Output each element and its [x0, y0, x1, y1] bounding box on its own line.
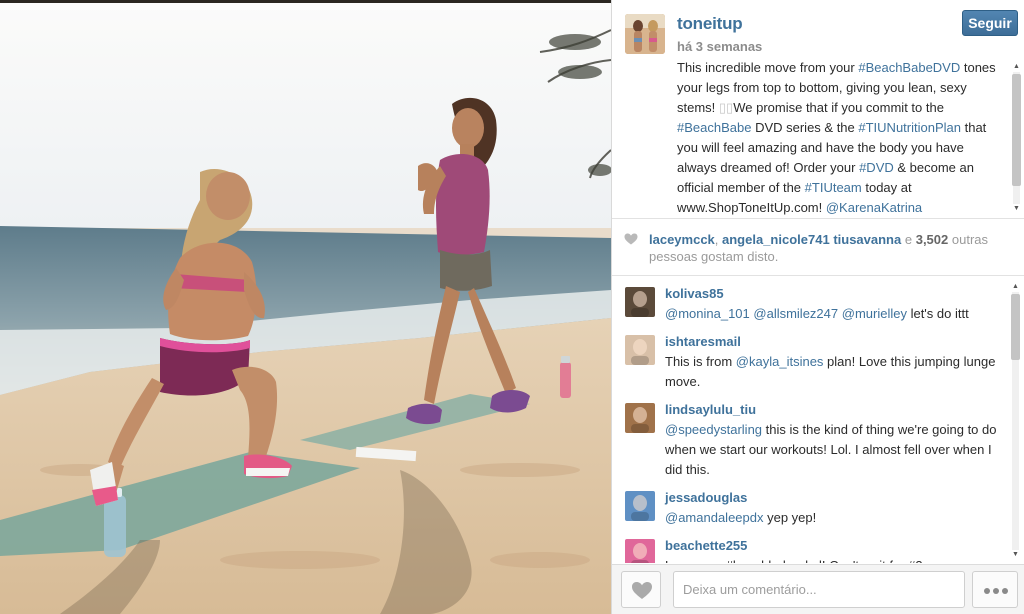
likes-summary: laceymcck, angela_nicole741 tiusavanna e… [649, 231, 1009, 265]
comment-segment: let's do ittt [906, 306, 969, 321]
comments-scrollbar[interactable]: ▲ ▼ [1009, 282, 1022, 560]
heart-icon [624, 233, 638, 245]
commenter-username[interactable]: lindsaylulu_tiu [665, 402, 756, 417]
scroll-up-arrow[interactable]: ▲ [1010, 62, 1023, 72]
more-options-button[interactable] [972, 571, 1018, 608]
comment-text: This is from @kayla_itsines plan! Love t… [665, 352, 1003, 392]
hashtag-link[interactable]: #BeachBabe [677, 120, 751, 135]
liker-2[interactable]: angela_nicole741 [722, 232, 830, 247]
post-timestamp[interactable]: há 3 semanas [677, 39, 762, 54]
post-sidebar: toneitup há 3 semanas Seguir This incred… [611, 0, 1024, 614]
commenter-username[interactable]: ishtaresmail [665, 334, 741, 349]
caption-segment: DVD series & the [751, 120, 859, 135]
commenter-avatar[interactable] [625, 491, 655, 521]
beach-scene-image [0, 3, 611, 614]
commenter-username[interactable]: jessadouglas [665, 490, 747, 505]
mention-link[interactable]: @murielley [842, 306, 907, 321]
comment-segment: This is from [665, 354, 736, 369]
top-edge [0, 0, 611, 3]
hashtag-link[interactable]: #TIUNutritionPlan [858, 120, 961, 135]
caption-scrollbar[interactable]: ▲ ▼ [1010, 62, 1023, 214]
comment-segment: Love your #beachbabe dvd! Can't wait for… [665, 558, 923, 563]
liker-3[interactable]: tiusavanna [833, 232, 901, 247]
commenter-avatar[interactable] [625, 403, 655, 433]
ellipsis-dot [1002, 588, 1008, 594]
follow-button[interactable]: Seguir [962, 10, 1018, 36]
ellipsis-dot [993, 588, 999, 594]
comment-item: kolivas85 @monina_101 @allsmilez247 @muri… [612, 277, 1007, 325]
commenter-avatar[interactable] [625, 287, 655, 317]
commenter-username[interactable]: beachette255 [665, 538, 747, 553]
caption-segment: We promise that if you commit to the [733, 100, 944, 115]
liker-1[interactable]: laceymcck [649, 232, 715, 247]
hashtag-link[interactable]: @KarenaKatrina [826, 200, 922, 215]
comment-item: beachette255 Love your #beachbabe dvd! Ca… [612, 529, 1007, 563]
likes-count[interactable]: 3,502 [916, 232, 949, 247]
author-avatar[interactable] [625, 14, 665, 54]
comment-text: @speedystarling this is the kind of thin… [665, 420, 1003, 480]
comment-text: @amandaleepdx yep yep! [665, 508, 1003, 528]
mention-link[interactable]: @allsmilez247 [753, 306, 838, 321]
comments-list: kolivas85 @monina_101 @allsmilez247 @muri… [612, 277, 1024, 563]
hashtag-link[interactable]: #TIUteam [805, 180, 862, 195]
caption-text: This incredible move from your #BeachBab… [677, 58, 1005, 217]
scroll-thumb[interactable] [1012, 74, 1021, 186]
commenter-avatar[interactable] [625, 335, 655, 365]
caption-section: toneitup há 3 semanas Seguir This incred… [612, 0, 1024, 217]
like-button[interactable] [621, 571, 661, 608]
heart-icon [632, 582, 652, 599]
mention-link[interactable]: @speedystarling [665, 422, 762, 437]
post-video[interactable] [0, 0, 611, 614]
comment-input[interactable] [673, 571, 965, 608]
scroll-up-arrow[interactable]: ▲ [1009, 282, 1022, 292]
likes-section: laceymcck, angela_nicole741 tiusavanna e… [612, 218, 1024, 276]
mention-link[interactable]: @kayla_itsines [736, 354, 824, 369]
ellipsis-icon [984, 588, 990, 594]
scroll-thumb[interactable] [1011, 294, 1020, 360]
mention-link[interactable]: @monina_101 [665, 306, 750, 321]
likes-connector: e [904, 232, 913, 247]
comment-item: ishtaresmail This is from @kayla_itsines … [612, 325, 1007, 393]
comment-composer [612, 564, 1024, 614]
scroll-down-arrow[interactable]: ▼ [1010, 204, 1023, 214]
likes-comma: , [714, 232, 723, 247]
commenter-avatar[interactable] [625, 539, 655, 563]
caption-segment: This incredible move from your [677, 60, 859, 75]
scroll-down-arrow[interactable]: ▼ [1009, 550, 1022, 560]
comment-item: jessadouglas @amandaleepdx yep yep! [612, 481, 1007, 529]
instagram-post-viewer: toneitup há 3 semanas Seguir This incred… [0, 0, 1024, 614]
comment-text: Love your #beachbabe dvd! Can't wait for… [665, 556, 1003, 563]
commenter-username[interactable]: kolivas85 [665, 286, 724, 301]
mention-link[interactable]: @amandaleepdx [665, 510, 763, 525]
caption-segment: ▯▯ [718, 100, 734, 115]
comment-item: lindsaylulu_tiu @speedystarling this is t… [612, 393, 1007, 481]
author-username[interactable]: toneitup [677, 14, 743, 34]
comment-text: @monina_101 @allsmilez247 @murielley let… [665, 304, 1003, 324]
hashtag-link[interactable]: #DVD [859, 160, 894, 175]
comment-segment: yep yep! [763, 510, 817, 525]
hashtag-link[interactable]: #BeachBabeDVD [858, 60, 960, 75]
